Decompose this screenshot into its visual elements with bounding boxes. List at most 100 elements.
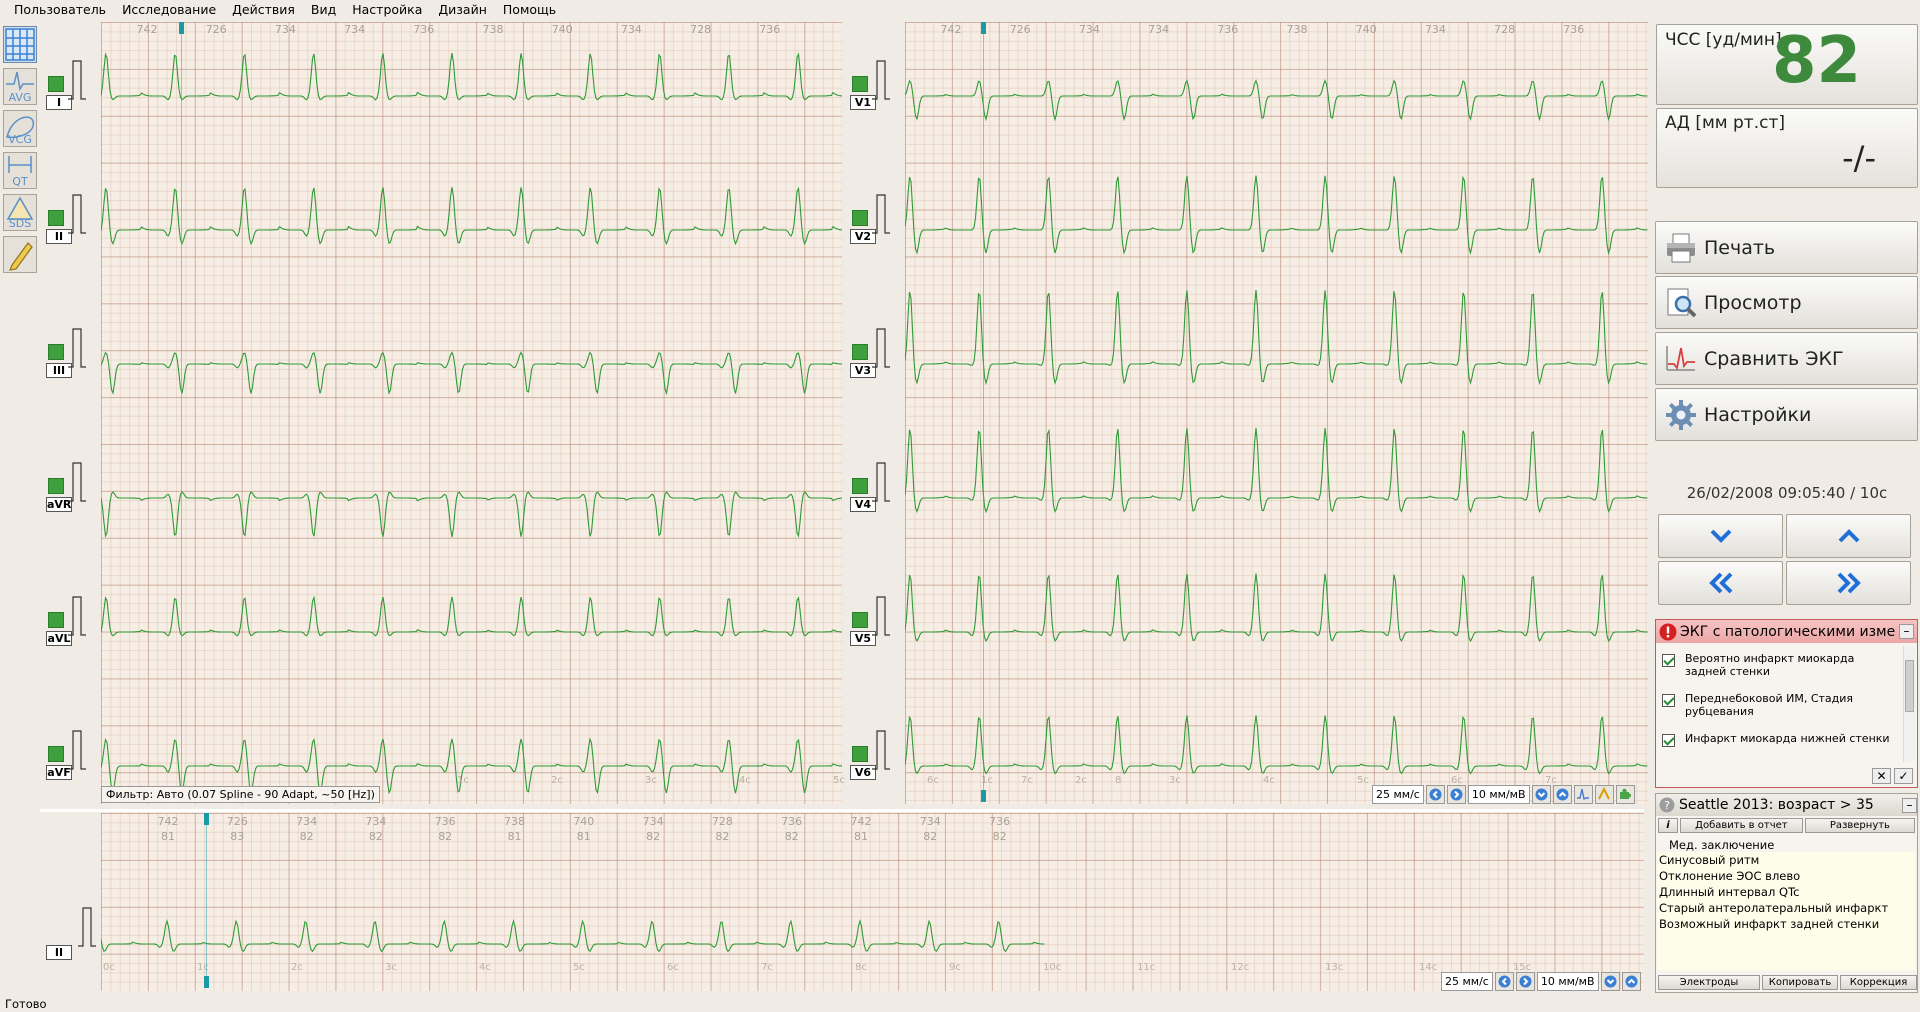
filter-info[interactable]: Фильтр: Авто (0.07 Spline - 90 Adapt, ~5… [101,786,380,803]
lead-color-swatch[interactable] [48,210,64,226]
question-icon: ? [1659,797,1675,813]
compare-ecg-button[interactable]: Сравнить ЭКГ [1655,332,1918,385]
check-icon: ✓ [1898,769,1909,783]
info-button[interactable]: i [1658,818,1678,833]
left-leads-strip[interactable] [101,22,842,804]
menu-item[interactable]: Вид [303,0,344,19]
cursor-line[interactable] [983,22,984,802]
rhythm-gain-up-button[interactable] [1621,971,1641,991]
diagnosis-scrollbar[interactable] [1903,646,1915,762]
copy-button[interactable]: Копировать [1762,975,1838,990]
checkbox[interactable] [1662,734,1675,747]
cursor-line[interactable] [181,22,182,802]
reject-button[interactable]: ✕ [1872,768,1891,784]
lead-color-swatch[interactable] [48,746,64,762]
time-label: 4c [1263,775,1275,786]
settings-button[interactable]: Настройки [1655,388,1918,441]
cursor-marker[interactable] [981,790,986,802]
lead-color-swatch[interactable] [852,746,868,762]
rhythm-gain-down-button[interactable] [1600,971,1620,991]
conclusion-line: Старый антеролатеральный инфаркт [1659,901,1889,915]
cursor-line[interactable] [206,813,207,988]
vcg-icon: VCG [6,116,34,146]
rhythm-gain-value[interactable]: 10 мм/мВ [1536,971,1599,991]
collapse-diagnosis-button[interactable]: – [1899,624,1914,639]
lead-color-swatch[interactable] [852,76,868,92]
tool-avg-button[interactable]: AVG [3,68,37,105]
lead-color-swatch[interactable] [48,76,64,92]
tool-qt-button[interactable]: QT [3,152,37,189]
expand-button[interactable]: Развернуть [1804,818,1915,833]
blood-pressure-label: АД [мм рт.ст] [1665,113,1785,133]
print-button[interactable]: Печать [1655,221,1918,274]
speed-up-button[interactable] [1446,784,1466,804]
cursor-marker[interactable] [179,22,184,34]
gain-down-button[interactable] [1531,784,1551,804]
diagnosis-panel: ЭКГ с патологическими измене – Вероятно … [1655,619,1918,788]
conclusion-box[interactable]: Мед. заключение Синусовый ритм Отклонени… [1657,836,1915,970]
collapse-seattle-button[interactable]: – [1902,797,1917,813]
cursor-marker[interactable] [981,22,986,34]
lead-color-swatch[interactable] [48,612,64,628]
scroll-down-button[interactable] [1658,514,1783,558]
speed-value[interactable]: 25 мм/с [1372,784,1424,804]
rhythm-lead-label[interactable]: II [46,945,72,960]
tool-grid-button[interactable] [3,26,37,63]
lead-color-swatch[interactable] [852,612,868,628]
tool-vcg-button[interactable]: VCG [3,110,37,147]
calibration-pulse-icon [68,730,86,770]
previous-button[interactable] [1658,561,1783,605]
diagnosis-item[interactable]: Вероятно инфаркт миокарда задней стенки [1662,652,1897,678]
time-label: 5c [573,962,585,973]
lead-color-swatch[interactable] [852,210,868,226]
electrodes-button[interactable]: Электроды [1658,975,1760,990]
scroll-up-button[interactable] [1786,514,1911,558]
gain-up-button[interactable] [1552,784,1572,804]
export-button[interactable] [1615,784,1635,804]
next-button[interactable] [1786,561,1911,605]
wave-mode-button[interactable] [1573,784,1593,804]
lead-color-swatch[interactable] [852,344,868,360]
heart-rate-label: ЧСС [уд/мин] [1665,30,1782,50]
checkbox[interactable] [1662,694,1675,707]
tool-pencil-button[interactable] [3,236,37,273]
time-label: 2c [291,962,303,973]
cursor-marker[interactable] [204,976,209,988]
speed-down-button[interactable] [1425,784,1445,804]
trace-V4 [905,427,1648,514]
menu-item[interactable]: Действия [224,0,303,19]
menu-item[interactable]: Дизайн [430,0,495,19]
left-traces [101,52,842,795]
rhythm-strip[interactable] [101,813,1644,991]
cursor-marker[interactable] [204,813,209,825]
rhythm-speed-up-button[interactable] [1515,971,1535,991]
time-label: 12c [1231,962,1250,973]
menu-item[interactable]: Исследование [114,0,224,19]
menu-item[interactable]: Настройка [344,0,430,19]
add-to-report-button[interactable]: Добавить в отчет [1679,818,1803,833]
time-label: 13c [1325,962,1344,973]
preview-button[interactable]: Просмотр [1655,276,1918,329]
lead-color-swatch[interactable] [852,478,868,494]
diagnosis-item[interactable]: Инфаркт миокарда нижней стенки [1662,732,1897,747]
info-icon: i [1666,820,1670,831]
checkbox[interactable] [1662,654,1675,667]
accept-button[interactable]: ✓ [1894,768,1913,784]
rhythm-speed-down-button[interactable] [1494,971,1514,991]
diagnosis-item[interactable]: Переднебоковой ИМ, Стадия рубцевания [1662,692,1897,718]
menu-item[interactable]: Пользователь [0,0,114,19]
lead-color-swatch[interactable] [48,478,64,494]
rhythm-speed-value[interactable]: 25 мм/с [1441,971,1493,991]
right-leads-strip[interactable] [905,22,1648,804]
measure-button[interactable] [1594,784,1614,804]
gain-value[interactable]: 10 мм/мВ [1467,784,1530,804]
tool-sds-button[interactable]: SDS [3,194,37,231]
correction-button[interactable]: Коррекция [1840,975,1917,990]
rr-interval-label: 734 [365,815,387,828]
time-label: 1c [457,775,469,786]
menu-item[interactable]: Помощь [495,0,564,19]
lead-color-swatch[interactable] [48,344,64,360]
conclusion-text[interactable]: Синусовый ритм Отклонение ЭОС влево Длин… [1657,852,1915,932]
svg-text:QT: QT [12,175,28,188]
rr-interval-label: 738 [504,815,525,828]
